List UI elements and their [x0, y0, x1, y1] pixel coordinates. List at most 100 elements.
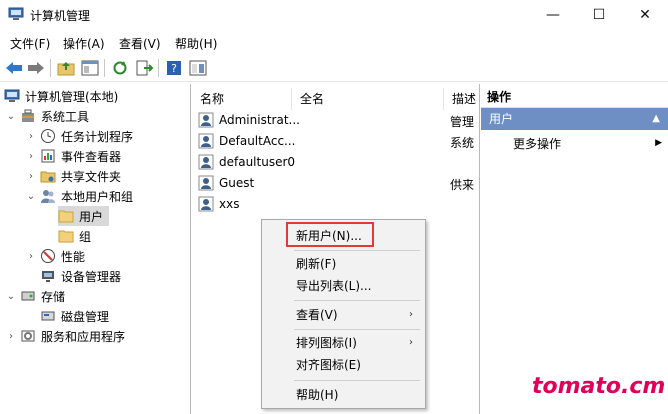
back-icon[interactable]	[4, 58, 24, 78]
tree-item-shared-folders[interactable]: › 共享文件夹	[26, 166, 121, 186]
actions-pane: 操作 用户 ▲ 更多操作 ▶	[481, 84, 668, 414]
menu-item-align-icons[interactable]: 对齐图标(E)	[262, 354, 425, 376]
user-icon	[198, 175, 214, 191]
menu-item-label: 导出列表(L)...	[296, 279, 372, 293]
menu-item-label: 查看(V)	[296, 308, 338, 322]
menu-item-label: 帮助(H)	[296, 388, 339, 402]
tree-item-device-manager[interactable]: 设备管理器	[40, 266, 121, 286]
user-icon	[198, 154, 214, 170]
tree-item-performance[interactable]: › 性能	[26, 246, 85, 266]
menu-help[interactable]: 帮助(H)	[175, 35, 217, 52]
expand-icon[interactable]: ›	[6, 331, 16, 342]
tree-item-computer-management[interactable]: 计算机管理(本地)	[4, 86, 118, 106]
toolbar-separator	[158, 59, 159, 77]
storage-icon	[20, 288, 36, 304]
tree-item-users[interactable]: 用户	[58, 206, 110, 226]
expand-icon[interactable]: ›	[26, 251, 36, 262]
user-icon	[198, 133, 214, 149]
console-tree-icon[interactable]	[80, 58, 100, 78]
menu-file[interactable]: 文件(F)	[10, 35, 50, 52]
export-icon[interactable]	[134, 58, 154, 78]
expand-icon[interactable]: ›	[26, 151, 36, 162]
tree-item-label: 服务和应用程序	[41, 329, 126, 344]
help-icon[interactable]: ?	[164, 58, 184, 78]
user-description: 系统	[450, 136, 475, 150]
tree-item-task-scheduler[interactable]: › 任务计划程序	[26, 126, 133, 146]
tree-item-label: 系统工具	[41, 109, 90, 124]
actions-section-users[interactable]: 用户 ▲	[481, 108, 668, 130]
submenu-arrow-icon: ▶	[655, 138, 662, 148]
tree-item-label: 事件查看器	[61, 149, 122, 164]
minimize-button[interactable]: —	[530, 0, 576, 30]
menu-item-help[interactable]: 帮助(H)	[262, 384, 425, 406]
console-tree: 计算机管理(本地) ⌄ 系统工具 › 任务计划程序 › 事件查看器 › 共享文件…	[0, 84, 191, 414]
tree-item-local-users-groups[interactable]: ⌄ 本地用户和组	[26, 186, 133, 206]
highlight-annotation-box	[286, 222, 374, 247]
toolbar: ?	[0, 54, 668, 82]
expand-icon[interactable]: ›	[26, 171, 36, 182]
user-name: defaultuser0	[219, 155, 296, 169]
user-icon	[198, 112, 214, 128]
disk-icon	[40, 308, 56, 324]
collapse-icon[interactable]: ⌄	[26, 191, 36, 202]
tree-item-groups[interactable]: 组	[58, 226, 91, 246]
collapse-icon[interactable]: ⌄	[6, 291, 16, 302]
clock-icon	[40, 128, 56, 144]
refresh-icon[interactable]	[110, 58, 130, 78]
tree-item-label: 磁盘管理	[61, 309, 110, 324]
tree-item-storage[interactable]: ⌄ 存储	[6, 286, 65, 306]
tree-item-label: 用户	[79, 209, 104, 224]
table-row[interactable]: xxs	[198, 194, 239, 214]
tree-item-label: 设备管理器	[61, 269, 122, 284]
menu-item-export-list[interactable]: 导出列表(L)...	[262, 275, 425, 297]
context-menu: 新用户(N)... 刷新(F) 导出列表(L)... 查看(V) › 排列图标(…	[261, 219, 426, 409]
menu-separator	[294, 250, 420, 251]
tree-item-services-apps[interactable]: › 服务和应用程序	[6, 326, 125, 346]
up-folder-icon[interactable]	[56, 58, 76, 78]
toolbar-separator	[50, 59, 51, 77]
menu-view[interactable]: 查看(V)	[119, 35, 161, 52]
table-row[interactable]: DefaultAcc...	[198, 131, 295, 151]
column-header-name[interactable]: 名称	[192, 88, 292, 110]
actions-section-label: 用户	[489, 112, 514, 126]
column-header-description[interactable]: 描述	[444, 88, 480, 110]
show-hide-action-pane-icon[interactable]	[188, 58, 208, 78]
table-row[interactable]: Administrat...	[198, 110, 300, 130]
menu-item-view[interactable]: 查看(V) ›	[262, 304, 425, 326]
column-header-fullname[interactable]: 全名	[292, 88, 444, 110]
title-bar: 计算机管理 — ☐ ✕	[0, 0, 668, 30]
expand-icon[interactable]: ›	[26, 131, 36, 142]
menu-item-label: 排列图标(I)	[296, 336, 357, 350]
table-row[interactable]: defaultuser0	[198, 152, 295, 172]
svg-text:?: ?	[171, 62, 177, 75]
menu-item-refresh[interactable]: 刷新(F)	[262, 253, 425, 275]
event-icon	[40, 148, 56, 164]
menu-separator	[294, 300, 420, 301]
collapse-icon[interactable]: ⌄	[6, 111, 16, 122]
tree-item-event-viewer[interactable]: › 事件查看器	[26, 146, 121, 166]
user-name: DefaultAcc...	[219, 134, 296, 148]
computer-management-icon	[8, 7, 24, 20]
menu-item-arrange-icons[interactable]: 排列图标(I) ›	[262, 332, 425, 354]
user-name: Guest	[219, 176, 255, 190]
close-button[interactable]: ✕	[622, 0, 668, 30]
folder-icon	[58, 208, 74, 224]
maximize-button[interactable]: ☐	[576, 0, 622, 30]
tree-item-system-tools[interactable]: ⌄ 系统工具	[6, 106, 89, 126]
performance-icon	[40, 248, 56, 264]
tree-item-label: 任务计划程序	[61, 129, 134, 144]
tree-item-disk-management[interactable]: 磁盘管理	[40, 306, 109, 326]
computer-icon	[4, 88, 20, 104]
watermark-text: tomato.cm	[532, 374, 666, 399]
menu-separator	[294, 380, 420, 381]
tree-item-label: 性能	[61, 249, 86, 264]
tree-item-label: 共享文件夹	[61, 169, 122, 184]
user-icon	[198, 196, 214, 212]
forward-icon[interactable]	[26, 58, 46, 78]
collapse-arrow-icon[interactable]: ▲	[652, 108, 660, 130]
tree-item-label: 本地用户和组	[61, 189, 134, 204]
table-row[interactable]: Guest	[198, 173, 254, 193]
menu-action[interactable]: 操作(A)	[63, 35, 105, 52]
more-actions-item[interactable]: 更多操作	[513, 134, 561, 154]
user-name: xxs	[219, 197, 240, 211]
